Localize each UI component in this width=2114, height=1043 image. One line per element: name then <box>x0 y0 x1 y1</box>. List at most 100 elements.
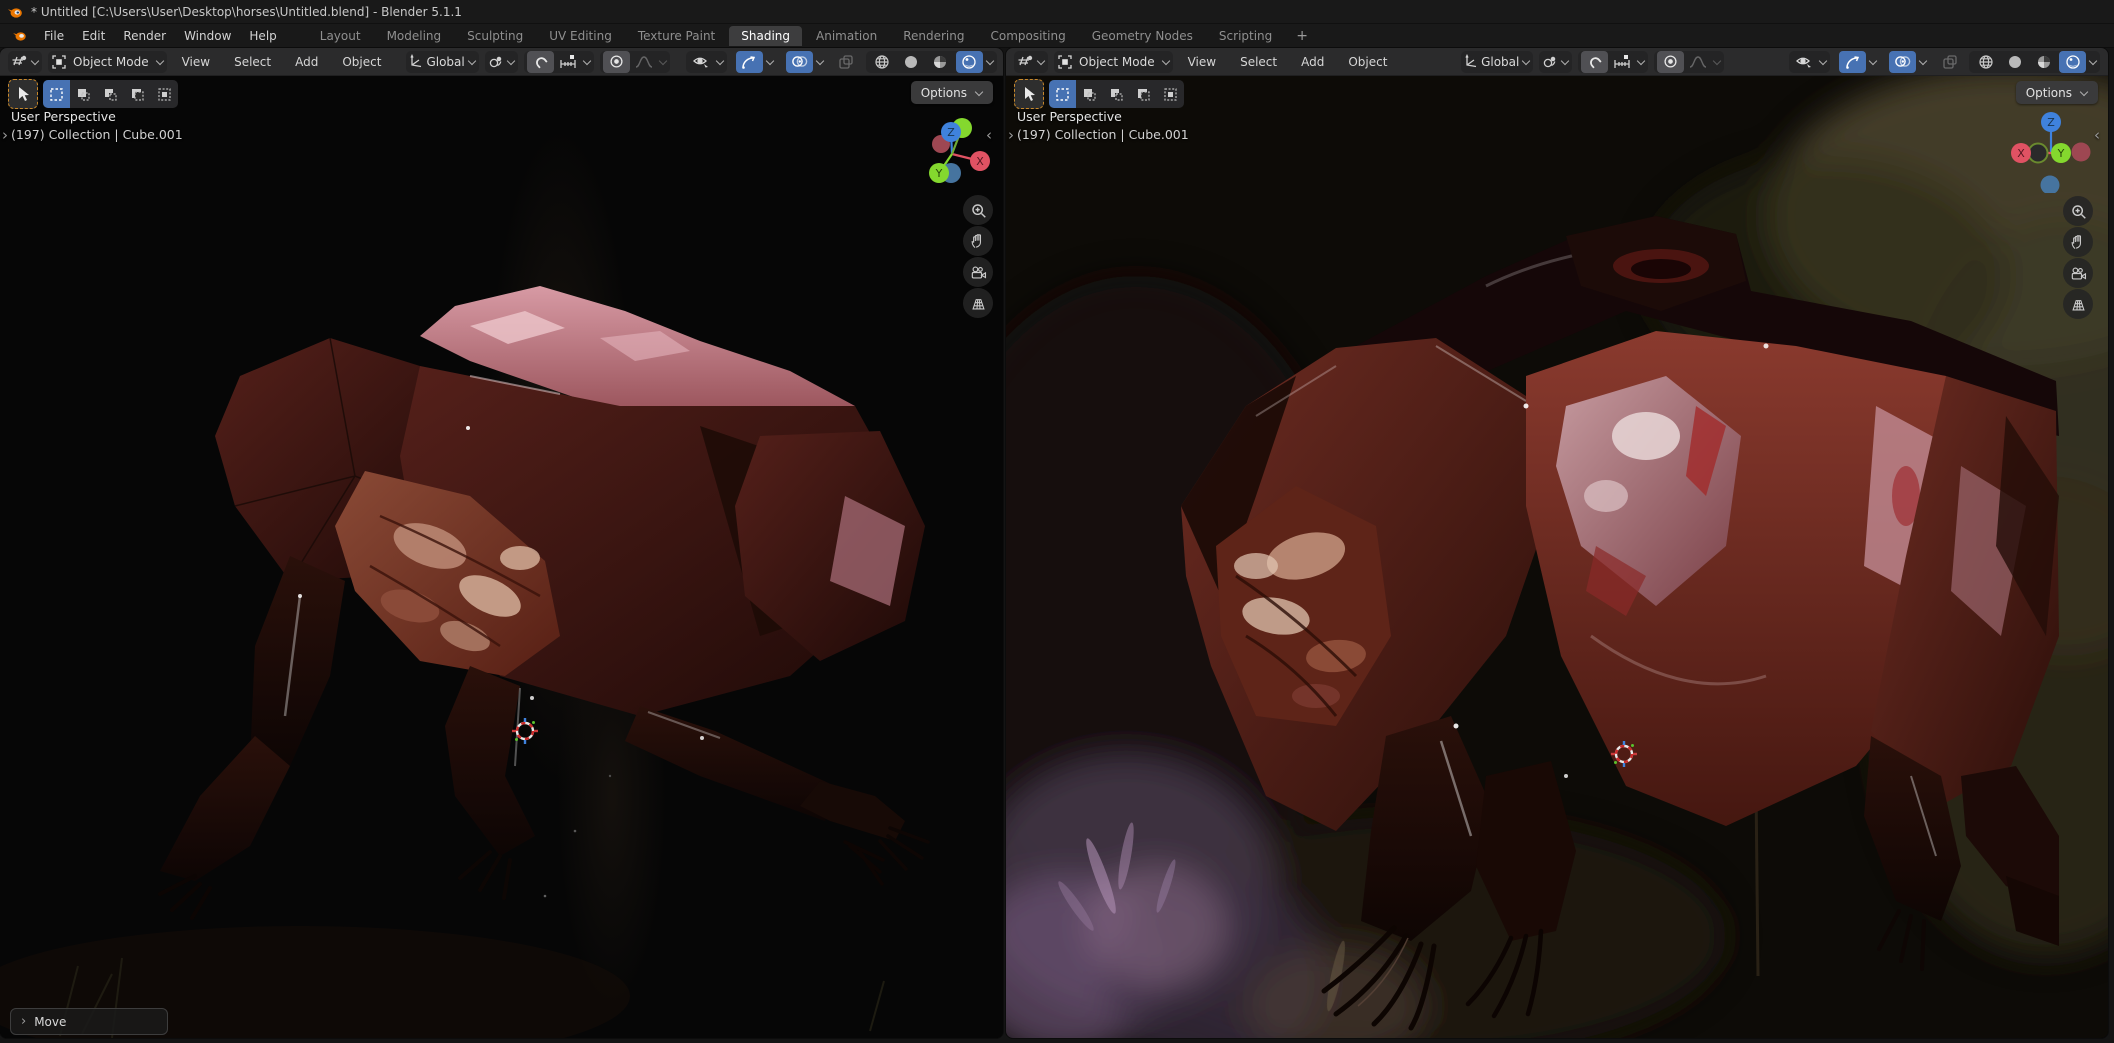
show-gizmos-toggle[interactable] <box>1839 50 1866 73</box>
transform-orientation-selector[interactable]: Global <box>1461 50 1534 73</box>
tab-scripting[interactable]: Scripting <box>1207 26 1284 46</box>
snap-toggle[interactable] <box>526 50 554 73</box>
chevron-down-icon[interactable] <box>815 57 824 66</box>
gizmo-axis-neg-z[interactable] <box>2040 175 2060 194</box>
navigation-gizmo-right[interactable]: Z X Y <box>2009 109 2093 193</box>
toggle-projection-button[interactable] <box>2063 289 2093 319</box>
viewport-menu-add[interactable]: Add <box>286 51 327 73</box>
gizmo-axis-z[interactable]: Z <box>941 122 961 142</box>
chevron-down-icon[interactable] <box>1918 57 1927 66</box>
operator-panel-move[interactable]: › Move <box>10 1008 168 1035</box>
camera-view-button[interactable] <box>963 257 993 287</box>
tab-geometry-nodes[interactable]: Geometry Nodes <box>1080 26 1205 46</box>
select-set-button[interactable] <box>1049 80 1076 108</box>
chevron-down-icon[interactable] <box>985 57 994 66</box>
xray-toggle[interactable] <box>833 51 860 73</box>
tab-compositing[interactable]: Compositing <box>978 26 1077 46</box>
camera-view-button[interactable] <box>2063 258 2093 288</box>
tab-rendering[interactable]: Rendering <box>891 26 976 46</box>
snap-increment-icon[interactable] <box>1610 54 1634 70</box>
shading-material-button[interactable] <box>927 51 954 73</box>
editor-type-selector[interactable] <box>1014 50 1048 73</box>
xray-toggle[interactable] <box>1936 51 1963 73</box>
mode-selector[interactable]: Object Mode <box>1054 50 1173 73</box>
pan-hand-button[interactable] <box>2063 227 2093 257</box>
select-subtract-button[interactable] <box>1103 80 1130 108</box>
chevron-down-icon[interactable] <box>765 57 774 66</box>
options-button-right[interactable]: Options <box>2015 81 2098 104</box>
viewport-canvas-left[interactable] <box>0 76 1003 1038</box>
tab-uv-editing[interactable]: UV Editing <box>537 26 624 46</box>
gizmo-axis-neg-x[interactable] <box>2071 142 2091 162</box>
zoom-button[interactable] <box>963 195 993 225</box>
add-workspace-button[interactable]: + <box>1286 25 1318 47</box>
zoom-button[interactable] <box>2063 196 2093 226</box>
tab-modeling[interactable]: Modeling <box>375 26 454 46</box>
shading-material-button[interactable] <box>2030 51 2057 73</box>
editor-type-selector[interactable] <box>8 50 42 73</box>
show-overlays-toggle[interactable] <box>1889 50 1916 73</box>
viewport-menu-select[interactable]: Select <box>225 51 280 73</box>
gizmo-axis-neg-y[interactable] <box>2027 142 2049 164</box>
shading-rendered-button[interactable] <box>955 50 983 73</box>
snap-increment-icon[interactable] <box>556 54 580 70</box>
shading-solid-button[interactable] <box>898 51 925 73</box>
gizmo-axis-y[interactable]: Y <box>2051 143 2071 163</box>
viewport-menu-add[interactable]: Add <box>1292 51 1333 73</box>
active-tool-select-box[interactable] <box>8 79 38 109</box>
menu-file[interactable]: File <box>35 27 73 45</box>
gizmo-axis-z[interactable]: Z <box>2041 112 2061 132</box>
select-intersect-button[interactable] <box>1157 80 1184 108</box>
shading-solid-button[interactable] <box>2001 51 2028 73</box>
window-titlebar[interactable]: * Untitled [C:\Users\User\Desktop\horses… <box>0 0 2114 24</box>
viewport-menu-object[interactable]: Object <box>1339 51 1396 73</box>
app-menu-blender-icon[interactable] <box>4 28 35 43</box>
viewport-menu-view[interactable]: View <box>173 51 219 73</box>
select-set-button[interactable] <box>43 80 70 108</box>
expand-toolbar-chevron-right[interactable]: › <box>1008 128 1014 143</box>
tab-layout[interactable]: Layout <box>308 26 373 46</box>
select-invert-button[interactable] <box>1130 80 1157 108</box>
chevron-down-icon[interactable] <box>1636 57 1645 66</box>
shading-wireframe-button[interactable] <box>1972 51 1999 73</box>
menu-edit[interactable]: Edit <box>73 27 114 45</box>
viewport-menu-select[interactable]: Select <box>1231 51 1286 73</box>
options-button-left[interactable]: Options <box>910 81 993 104</box>
viewport-menu-view[interactable]: View <box>1179 51 1225 73</box>
expand-toolbar-chevron-left[interactable]: › <box>2 128 8 143</box>
show-overlays-toggle[interactable] <box>785 50 813 73</box>
viewport-menu-object[interactable]: Object <box>333 51 390 73</box>
select-invert-button[interactable] <box>124 80 151 108</box>
pan-hand-button[interactable] <box>963 226 993 256</box>
transform-orientation-selector[interactable]: Global <box>406 50 479 73</box>
tab-shading[interactable]: Shading <box>729 25 802 46</box>
gizmo-axis-y[interactable]: Y <box>929 163 949 183</box>
pivot-point-selector[interactable] <box>484 50 518 73</box>
active-tool-select-box[interactable] <box>1014 79 1044 109</box>
tab-animation[interactable]: Animation <box>804 26 889 46</box>
tab-sculpting[interactable]: Sculpting <box>455 26 535 46</box>
object-visibility-group[interactable] <box>685 50 727 73</box>
mode-selector[interactable]: Object Mode <box>48 50 167 73</box>
select-intersect-button[interactable] <box>151 80 178 108</box>
proportional-editing-toggle[interactable] <box>602 50 630 73</box>
select-extend-button[interactable] <box>1076 80 1103 108</box>
shading-rendered-button[interactable] <box>2059 50 2086 73</box>
toggle-projection-button[interactable] <box>963 288 993 318</box>
chevron-down-icon[interactable] <box>2088 57 2097 66</box>
show-gizmos-toggle[interactable] <box>735 50 763 73</box>
object-visibility-group[interactable] <box>1789 50 1830 73</box>
chevron-down-icon[interactable] <box>582 57 591 66</box>
gizmo-axis-x[interactable]: X <box>970 151 990 171</box>
menu-help[interactable]: Help <box>240 27 285 45</box>
select-extend-button[interactable] <box>70 80 97 108</box>
tab-texture-paint[interactable]: Texture Paint <box>626 26 727 46</box>
viewport-canvas-right[interactable] <box>1006 76 2108 1038</box>
navigation-gizmo-left[interactable]: Z X Y <box>910 110 994 194</box>
pivot-point-selector[interactable] <box>1539 50 1573 73</box>
chevron-down-icon[interactable] <box>1868 57 1877 66</box>
shading-wireframe-button[interactable] <box>869 51 896 73</box>
menu-render[interactable]: Render <box>114 27 175 45</box>
select-subtract-button[interactable] <box>97 80 124 108</box>
menu-window[interactable]: Window <box>175 27 240 45</box>
